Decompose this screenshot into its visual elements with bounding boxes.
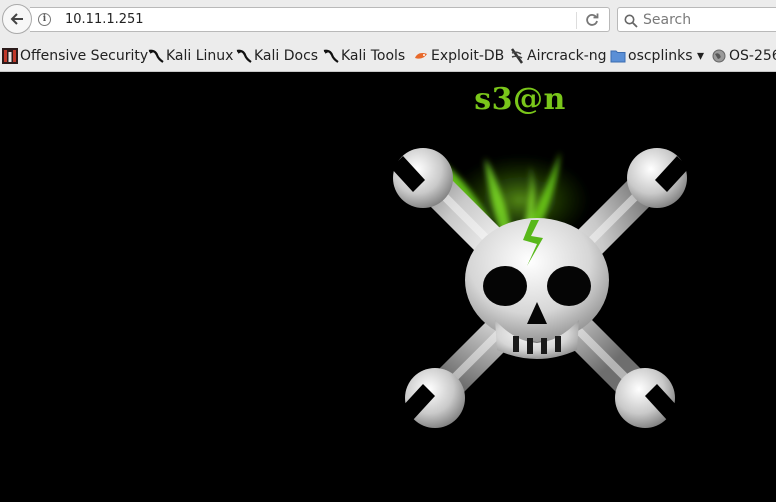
aircrack-icon (510, 48, 524, 64)
globe-icon (712, 49, 726, 63)
search-icon (624, 13, 638, 32)
bookmarks-toolbar: Offensive Security Kali Linux Kali Docs … (0, 40, 776, 72)
bookmark-label: Aircrack-ng (527, 48, 607, 64)
offsec-icon (2, 48, 18, 64)
bookmark-exploit-db[interactable]: Exploit-DB (413, 47, 505, 65)
bookmark-label: Kali Docs (254, 48, 319, 64)
folder-icon (610, 50, 626, 63)
skull-crossed-wrenches-image (391, 148, 689, 428)
search-input[interactable]: Search (643, 12, 691, 28)
search-bar[interactable]: Search (617, 7, 776, 32)
bookmark-label: Exploit-DB (431, 48, 505, 64)
bookmark-kali-docs[interactable]: Kali Docs (236, 47, 319, 65)
url-separator (576, 12, 577, 29)
info-icon[interactable]: i (38, 13, 51, 26)
bookmark-kali-linux[interactable]: Kali Linux (148, 47, 234, 65)
bookmark-aircrack-ng[interactable]: Aircrack-ng (509, 47, 607, 65)
bookmark-label: oscplinks ▾ (628, 48, 704, 64)
exploit-db-icon (415, 53, 427, 59)
bookmark-offensive-security[interactable]: Offensive Security (2, 47, 148, 65)
bookmark-kali-tools[interactable]: Kali Tools (323, 47, 405, 65)
url-text[interactable]: 10.11.1.251 (65, 12, 144, 27)
navigation-toolbar: i 10.11.1.251 Search (0, 0, 776, 40)
bookmark-label: OS-256 (729, 48, 776, 64)
kali-dragon-icon (148, 49, 164, 63)
reload-icon[interactable] (584, 12, 600, 32)
url-bar[interactable]: i 10.11.1.251 (30, 7, 610, 32)
back-button[interactable] (2, 4, 32, 34)
back-arrow-icon (10, 13, 23, 25)
kali-dragon-icon (323, 49, 339, 63)
bookmark-label: Kali Linux (166, 48, 234, 64)
bookmark-label: Kali Tools (341, 48, 406, 64)
page-title: s3@n (474, 82, 566, 117)
bookmark-os-256[interactable]: OS-256 (711, 47, 776, 65)
page-content: s3@n (0, 72, 776, 502)
bookmark-folder-oscplinks[interactable]: oscplinks ▾ (610, 47, 704, 65)
bookmark-label: Offensive Security (20, 48, 149, 64)
kali-dragon-icon (236, 49, 252, 63)
